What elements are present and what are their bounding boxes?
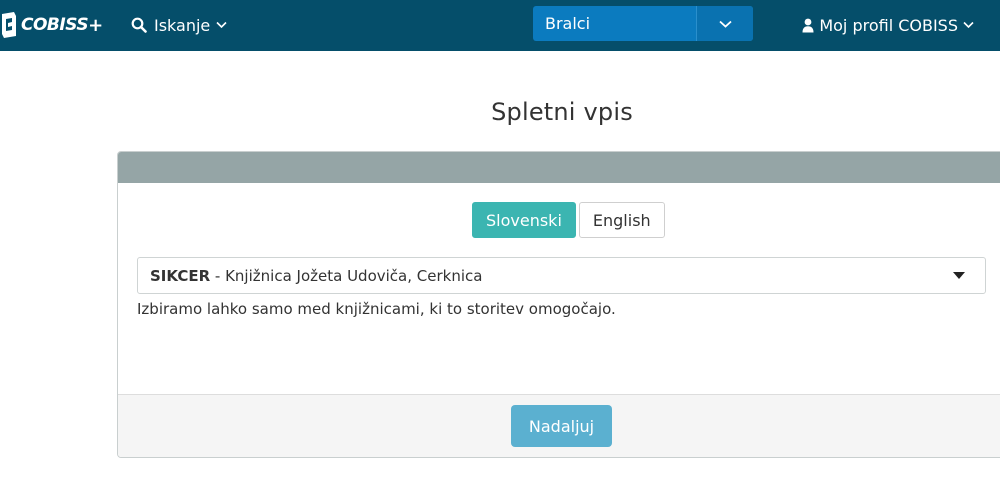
chevron-down-icon bbox=[963, 21, 974, 29]
page-title: Spletni vpis bbox=[491, 98, 633, 126]
logo-plus: + bbox=[88, 14, 104, 36]
panel-footer: Nadaljuj bbox=[118, 394, 1000, 457]
chevron-down-icon bbox=[216, 21, 227, 29]
top-navbar: COBISS + Iskanje Bralci Moj profil COBIS… bbox=[0, 0, 1000, 51]
user-icon bbox=[802, 18, 814, 33]
registration-panel: Slovenski English SIKCER - Knjižnica Jož… bbox=[117, 151, 1000, 458]
search-menu[interactable]: Iskanje bbox=[131, 13, 227, 37]
library-name: Knjižnica Jožeta Udoviča, Cerknica bbox=[225, 266, 483, 285]
search-icon bbox=[131, 17, 147, 33]
role-select[interactable]: Bralci bbox=[533, 6, 753, 41]
profile-menu[interactable]: Moj profil COBISS bbox=[802, 13, 974, 37]
search-menu-label: Iskanje bbox=[154, 15, 211, 35]
cobiss-logo[interactable]: COBISS + bbox=[0, 10, 103, 40]
library-select[interactable]: SIKCER - Knjižnica Jožeta Udoviča, Cerkn… bbox=[137, 257, 986, 294]
role-select-toggle[interactable] bbox=[696, 6, 753, 41]
role-select-value: Bralci bbox=[545, 14, 591, 33]
library-code: SIKCER bbox=[150, 266, 211, 285]
continue-button[interactable]: Nadaljuj bbox=[511, 405, 612, 447]
cobiss-logo-icon bbox=[0, 10, 18, 40]
language-switcher: Slovenski English bbox=[472, 202, 665, 238]
library-hint-text: Izbiramo lahko samo med knjižnicami, ki … bbox=[137, 300, 616, 318]
caret-down-icon bbox=[953, 272, 965, 279]
chevron-down-icon bbox=[718, 20, 732, 28]
library-separator: - bbox=[210, 266, 226, 285]
language-button-slovenski[interactable]: Slovenski bbox=[472, 202, 576, 238]
logo-text: COBISS bbox=[21, 15, 89, 35]
language-button-english[interactable]: English bbox=[578, 202, 665, 238]
profile-menu-label: Moj profil COBISS bbox=[819, 15, 958, 35]
panel-header bbox=[118, 152, 1000, 183]
